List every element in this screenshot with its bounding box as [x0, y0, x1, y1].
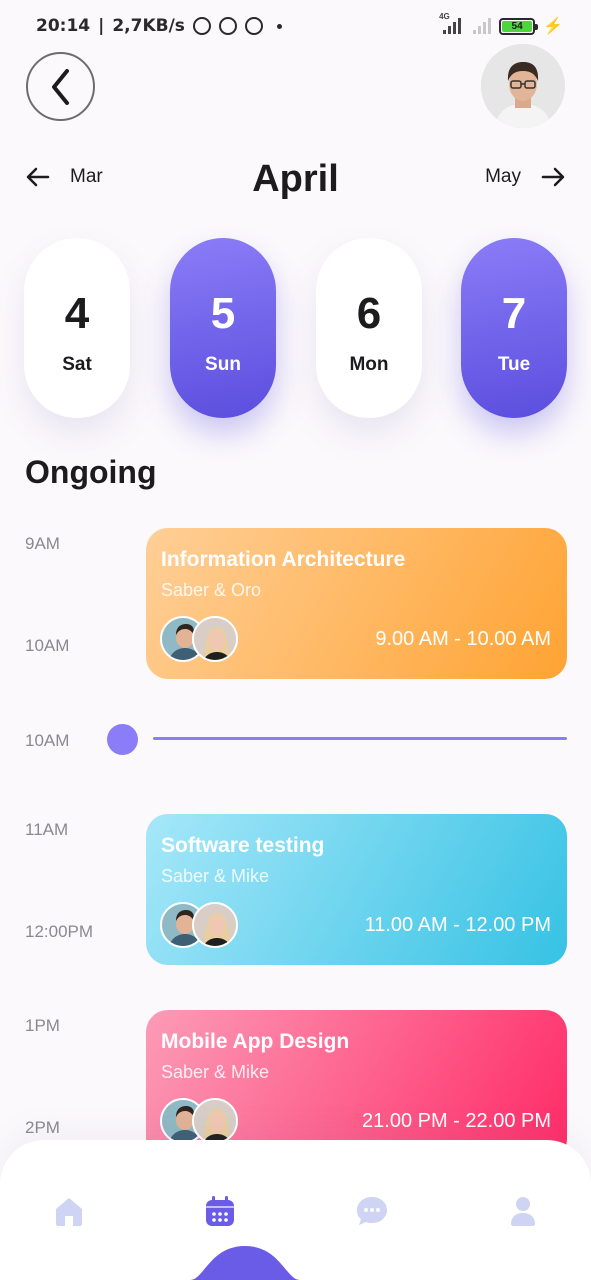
profile-avatar[interactable]: [481, 44, 565, 128]
day-name: Tue: [497, 354, 531, 375]
participant-avatars: [160, 902, 240, 950]
user-avatar-icon: [194, 904, 236, 946]
time-label: 10AM: [25, 636, 70, 655]
nav-home[interactable]: [46, 1188, 92, 1234]
next-month-button[interactable]: May: [485, 166, 565, 188]
day-pill-selected[interactable]: 7 Tue: [461, 238, 567, 418]
event-participants: Saber & Mike: [161, 866, 270, 886]
current-time-dot: [107, 724, 138, 755]
time-label: 11AM: [25, 820, 69, 839]
event-title: Information Architecture: [161, 548, 406, 571]
app-notification-icon: [218, 17, 237, 35]
participant-avatars: [160, 1098, 240, 1146]
day-name: Sun: [205, 354, 241, 375]
user-avatar-icon: [194, 1100, 236, 1142]
time-label: 9AM: [25, 534, 60, 553]
calendar-icon: [206, 1196, 234, 1226]
profile-icon: [511, 1197, 535, 1226]
signal-off-icon: [469, 18, 492, 34]
chevron-left-icon: [51, 68, 69, 105]
day-pill[interactable]: 6 Mon: [316, 238, 422, 418]
status-right: 4G 54 ⚡: [439, 12, 563, 36]
event-participants: Saber & Oro: [161, 580, 262, 600]
time-label: 2PM: [25, 1118, 60, 1137]
nav-calendar[interactable]: [197, 1188, 243, 1234]
nav-profile[interactable]: [500, 1188, 546, 1234]
signal-icon: 4G: [439, 12, 462, 34]
day-pill[interactable]: 4 Sat: [24, 238, 130, 418]
home-icon: [56, 1198, 82, 1226]
day-number: 5: [210, 289, 236, 338]
event-time: 11.00 AM - 12.00 PM: [364, 914, 551, 936]
event-card[interactable]: Software testing Saber & Mike 11.00 AM -…: [146, 814, 567, 965]
app-notification-icon-2: [244, 17, 263, 35]
event-participants: Saber & Mike: [161, 1062, 270, 1082]
time-label: 12:00PM: [25, 922, 94, 941]
month-selector: Mar April May: [0, 150, 591, 210]
battery-icon: 54: [499, 17, 539, 35]
day-name: Mon: [349, 354, 389, 375]
event-time: 21.00 PM - 22.00 PM: [362, 1110, 551, 1132]
back-button[interactable]: [26, 52, 95, 121]
event-title: Software testing: [161, 834, 325, 857]
day-selector: 4 Sat 5 Sun 6 Mon 7 Tue: [0, 238, 591, 420]
participant-avatar: [192, 616, 238, 662]
day-number: 6: [356, 289, 382, 338]
network-type: 4G: [439, 12, 450, 21]
chat-icon: [357, 1197, 387, 1225]
event-time: 9.00 AM - 10.00 AM: [375, 628, 551, 650]
event-title: Mobile App Design: [161, 1030, 350, 1053]
time-label-now: 10AM: [25, 731, 70, 750]
day-pill-selected[interactable]: 5 Sun: [170, 238, 276, 418]
status-bar: 20:14 | 2,7KB/s 4G 54 ⚡: [0, 0, 591, 54]
section-title: Ongoing: [25, 454, 157, 490]
time-label: 1PM: [25, 1016, 60, 1035]
event-card[interactable]: Information Architecture Saber & Oro 9.0…: [146, 528, 567, 679]
current-time-line: [153, 737, 567, 740]
next-month-label: May: [485, 166, 521, 187]
day-number: 7: [501, 289, 527, 338]
arrow-right-icon: [541, 167, 565, 187]
battery-level: 54: [502, 20, 533, 32]
active-tab-indicator: [190, 1246, 300, 1280]
bottom-navigation: [0, 1140, 591, 1280]
day-number: 4: [64, 289, 90, 338]
network-speed: 2,7KB/s: [112, 16, 185, 36]
user-avatar-icon: [194, 618, 236, 660]
event-card[interactable]: Mobile App Design Saber & Mike 21.00 PM …: [146, 1010, 567, 1161]
participant-avatar: [192, 1098, 238, 1144]
status-time: 20:14: [36, 16, 91, 36]
nav-chat[interactable]: [349, 1188, 395, 1234]
charging-icon: ⚡: [543, 18, 563, 35]
participant-avatar: [192, 902, 238, 948]
participant-avatars: [160, 616, 240, 664]
status-left: 20:14 | 2,7KB/s: [36, 16, 282, 36]
alarm-icon: [192, 17, 211, 35]
more-notifications-dot-icon: [276, 23, 282, 29]
day-name: Sat: [62, 354, 92, 375]
user-avatar-icon: [481, 44, 565, 128]
